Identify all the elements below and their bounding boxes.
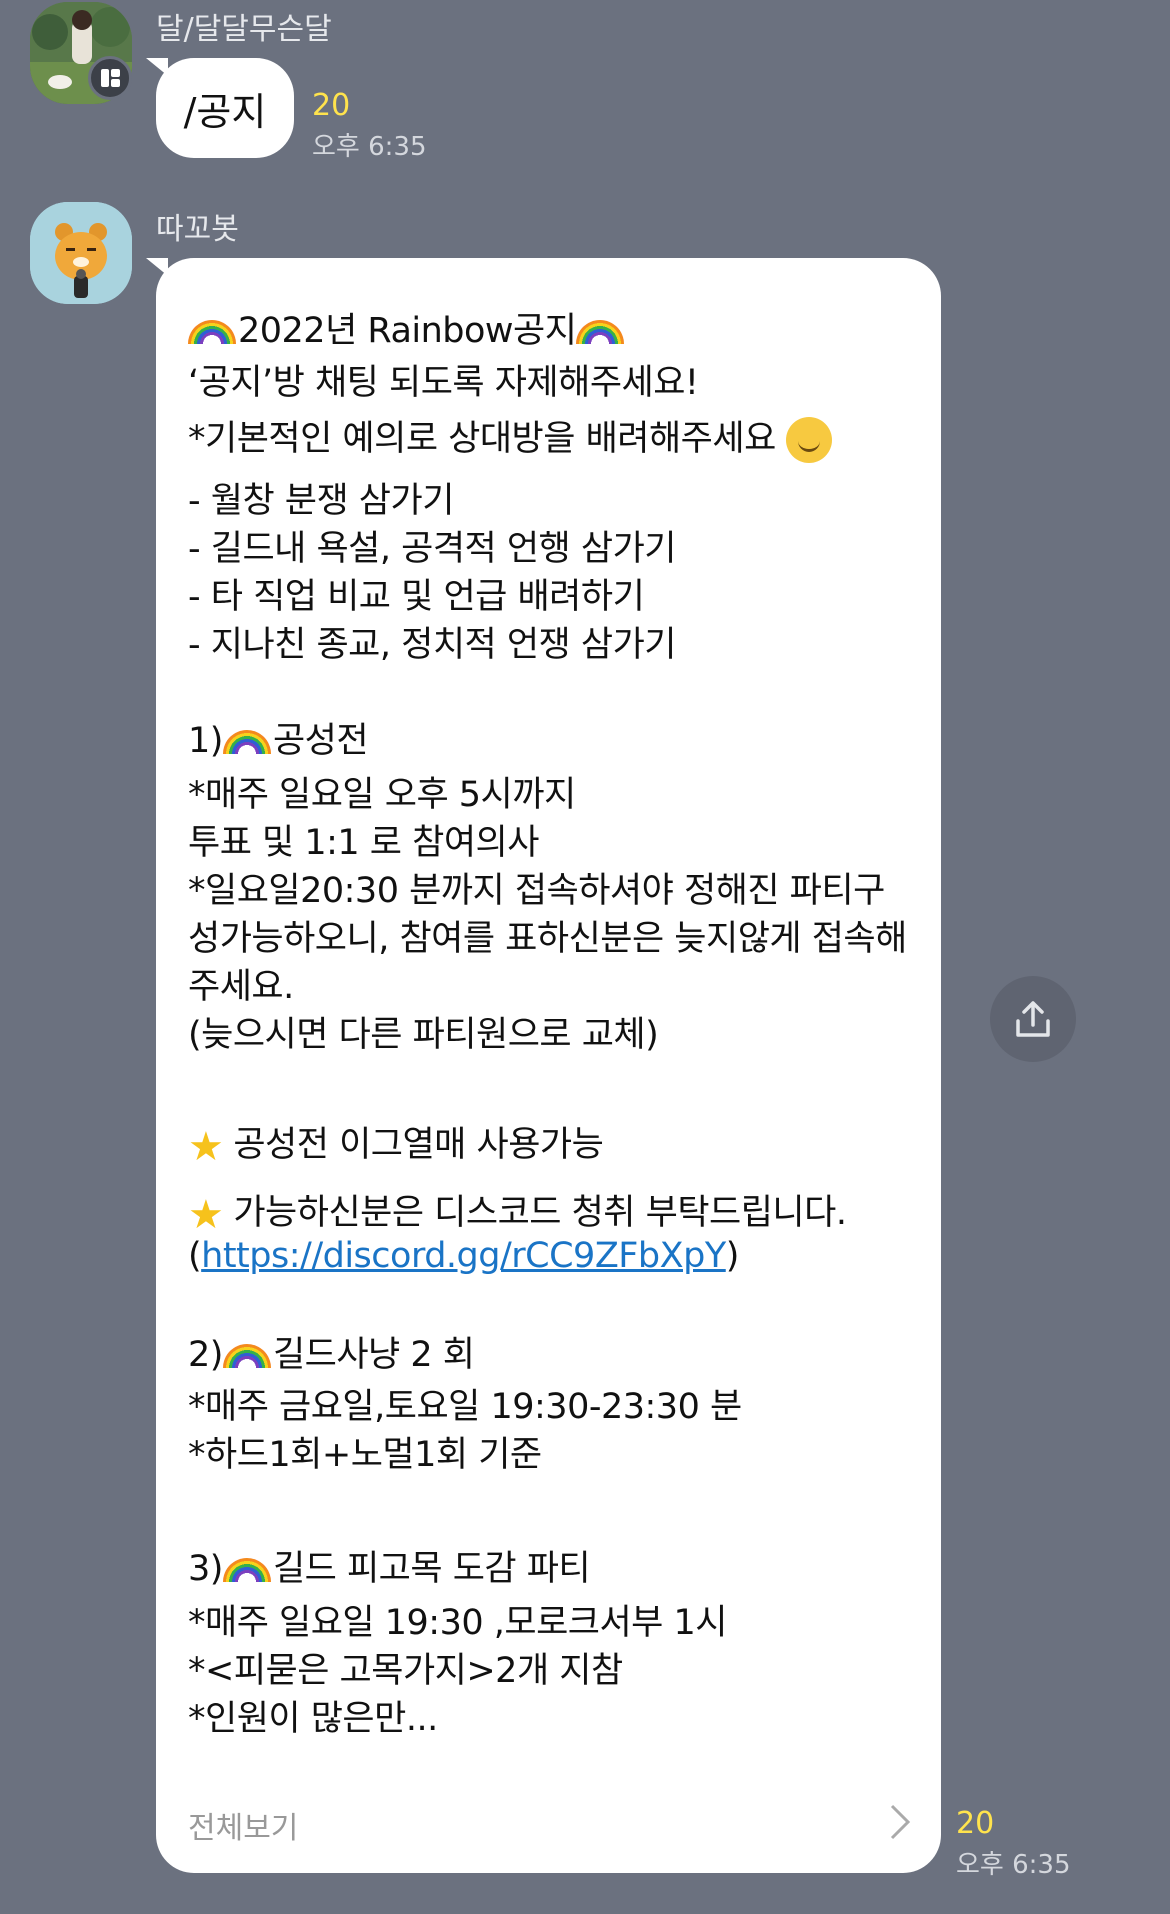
paren-open: ( bbox=[188, 1236, 202, 1276]
notice-line: ★ 공성전 이그열매 사용가능 bbox=[188, 1116, 604, 1170]
unread-count: 20 bbox=[956, 1806, 995, 1841]
discord-link[interactable]: https://discord.gg/rCC9ZFbXpY bbox=[201, 1236, 726, 1276]
notice-line: *일요일20:30 분까지 접속하셔야 정해진 파티구 bbox=[188, 871, 885, 911]
rainbow-emoji bbox=[222, 1558, 271, 1582]
section-heading: 1) 공성전 bbox=[188, 712, 369, 763]
star-emoji: ★ bbox=[188, 1192, 224, 1238]
rainbow-emoji bbox=[188, 320, 236, 344]
notice-line: 성가능하오니, 참여를 표하신분은 늦지않게 접속해 bbox=[188, 919, 907, 959]
notice-title-text: 2022년 Rainbow공지 bbox=[238, 311, 577, 351]
notice-line: 주세요. bbox=[188, 967, 294, 1007]
notice-line: *매주 금요일,토요일 19:30-23:30 분 bbox=[188, 1387, 742, 1427]
notice-line: *<피묻은 고목가지>2개 지참 bbox=[188, 1651, 623, 1691]
notice-line-text: 공성전 이그열매 사용가능 bbox=[233, 1125, 604, 1165]
section-number: 2) bbox=[188, 1335, 223, 1375]
notice-line: - 타 직업 비교 및 언급 배려하기 bbox=[188, 577, 645, 617]
notice-line: *하드1회+노멀1회 기준 bbox=[188, 1435, 542, 1475]
notice-line: 투표 및 1:1 로 참여의사 bbox=[188, 823, 539, 863]
notice-line: ‘공지’방 채팅 되도록 자제해주세요! bbox=[188, 363, 699, 403]
notice-line: (늦으시면 다른 파티원으로 교체) bbox=[188, 1015, 659, 1055]
notice-line: - 월창 분쟁 삼가기 bbox=[188, 481, 454, 521]
see-all-link[interactable]: 전체보기 bbox=[188, 1803, 298, 1847]
notice-line: - 길드내 욕설, 공격적 언행 삼가기 bbox=[188, 529, 676, 569]
notice-line: *인원이 많은만... bbox=[188, 1699, 438, 1739]
notice-line: *매주 일요일 오후 5시까지 bbox=[188, 775, 576, 815]
message-text: /공지 bbox=[183, 89, 267, 134]
section-title: 길드 피고목 도감 파티 bbox=[272, 1549, 591, 1589]
notice-line: - 지나친 종교, 정치적 언쟁 삼가기 bbox=[188, 625, 676, 665]
rainbow-emoji bbox=[576, 320, 625, 344]
message-bubble[interactable]: /공지 bbox=[156, 58, 294, 158]
sender-name: 달/달달무슨달 bbox=[156, 12, 332, 47]
notice-message-bubble[interactable]: 2022년 Rainbow공지 ‘공지’방 채팅 되도록 자제해주세요! *기본… bbox=[156, 258, 941, 1873]
notice-line: ★ 가능하신분은 디스코드 청취 부탁드립니다. bbox=[188, 1184, 847, 1238]
section-number: 1) bbox=[188, 721, 223, 761]
section-title: 길드사냥 2 회 bbox=[272, 1335, 475, 1375]
bot-avatar[interactable] bbox=[30, 202, 132, 304]
notice-line-text: *기본적인 예의로 상대방을 배려해주세요 bbox=[188, 419, 776, 459]
section-number: 3) bbox=[188, 1549, 223, 1589]
notice-line: *매주 일요일 19:30 ,모로크서부 1시 bbox=[188, 1603, 727, 1643]
chevron-right-icon[interactable] bbox=[889, 1803, 911, 1850]
section-title: 공성전 bbox=[272, 721, 369, 761]
star-emoji: ★ bbox=[188, 1124, 224, 1170]
rainbow-emoji bbox=[222, 1344, 271, 1368]
message-time: 오후 6:35 bbox=[956, 1850, 1071, 1880]
rainbow-emoji bbox=[222, 730, 271, 754]
smiling-face-emoji bbox=[785, 417, 832, 463]
notice-line: (https://discord.gg/rCC9ZFbXpY) bbox=[188, 1236, 739, 1276]
unread-count: 20 bbox=[312, 88, 351, 123]
group-badge-icon bbox=[88, 56, 132, 100]
notice-line-text: 가능하신분은 디스코드 청취 부탁드립니다. bbox=[233, 1193, 847, 1233]
notice-title: 2022년 Rainbow공지 bbox=[188, 302, 626, 353]
share-icon bbox=[1016, 1001, 1050, 1037]
section-heading: 2) 길드사냥 2 회 bbox=[188, 1326, 475, 1377]
share-button[interactable] bbox=[990, 976, 1076, 1062]
notice-line: *기본적인 예의로 상대방을 배려해주세요 bbox=[188, 410, 832, 463]
section-heading: 3) 길드 피고목 도감 파티 bbox=[188, 1540, 591, 1591]
paren-close: ) bbox=[725, 1236, 740, 1276]
sender-name: 따꼬봇 bbox=[156, 212, 239, 247]
message-time: 오후 6:35 bbox=[312, 132, 427, 162]
